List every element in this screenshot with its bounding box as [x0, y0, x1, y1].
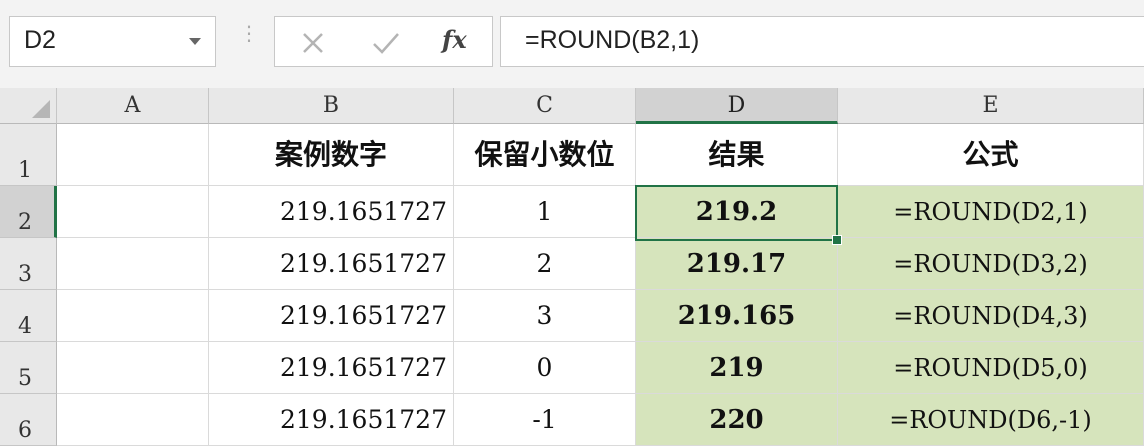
- cell-c1[interactable]: 保留小数位: [454, 124, 636, 186]
- name-box[interactable]: D2: [9, 16, 216, 67]
- cell-c3[interactable]: 2: [454, 238, 636, 290]
- chevron-down-icon[interactable]: [189, 38, 201, 45]
- cell-d3[interactable]: 219.17: [636, 238, 838, 290]
- cell-e4[interactable]: =ROUND(D4,3): [838, 290, 1144, 342]
- row-header-6[interactable]: 6: [0, 394, 57, 446]
- spreadsheet-grid: A B C D E 1 2 3 4 5 6 案例数字 保留小数位 结果 公式 2…: [0, 88, 1144, 446]
- formula-text[interactable]: =ROUND(B2,1): [525, 26, 699, 55]
- cell-b3[interactable]: 219.1651727: [209, 238, 454, 290]
- column-header-a[interactable]: A: [57, 88, 209, 124]
- formula-bar: D2 ⋮ fx =ROUND(B2,1): [0, 0, 1144, 88]
- enter-check-icon[interactable]: [370, 29, 402, 57]
- cell-a4[interactable]: [57, 290, 209, 342]
- column-header-d[interactable]: D: [636, 88, 838, 124]
- row-header-label: 4: [18, 314, 32, 339]
- column-header-c[interactable]: C: [454, 88, 636, 124]
- cell-e1[interactable]: 公式: [838, 124, 1144, 186]
- cell-c5[interactable]: 0: [454, 342, 636, 394]
- cancel-icon[interactable]: [299, 29, 327, 57]
- formula-bar-buttons: fx: [274, 16, 493, 67]
- cell-d6[interactable]: 220: [636, 394, 838, 446]
- row-header-1[interactable]: 1: [0, 124, 57, 186]
- row-header-4[interactable]: 4: [0, 290, 57, 342]
- fill-handle[interactable]: [832, 235, 842, 245]
- cell-d2[interactable]: 219.2: [636, 186, 838, 238]
- row-header-label: 3: [18, 262, 32, 287]
- cell-c4[interactable]: 3: [454, 290, 636, 342]
- column-header-b[interactable]: B: [209, 88, 454, 124]
- cell-a3[interactable]: [57, 238, 209, 290]
- cell-e6[interactable]: =ROUND(D6,-1): [838, 394, 1144, 446]
- row-header-2[interactable]: 2: [0, 186, 57, 238]
- cell-c2[interactable]: 1: [454, 186, 636, 238]
- row-header-5[interactable]: 5: [0, 342, 57, 394]
- cell-d4[interactable]: 219.165: [636, 290, 838, 342]
- cell-a1[interactable]: [57, 124, 209, 186]
- row-header-label: 2: [18, 210, 32, 235]
- cell-c6[interactable]: -1: [454, 394, 636, 446]
- formula-bar-grip: ⋮: [239, 21, 259, 45]
- cell-b6[interactable]: 219.1651727: [209, 394, 454, 446]
- insert-function-button[interactable]: fx: [442, 25, 467, 54]
- cell-e2[interactable]: =ROUND(D2,1): [838, 186, 1144, 238]
- select-all-button[interactable]: [0, 88, 57, 124]
- cell-e3[interactable]: =ROUND(D3,2): [838, 238, 1144, 290]
- name-box-value[interactable]: D2: [24, 26, 56, 55]
- cell-e5[interactable]: =ROUND(D5,0): [838, 342, 1144, 394]
- cell-d1[interactable]: 结果: [636, 124, 838, 186]
- select-all-icon: [32, 100, 50, 118]
- row-header-3[interactable]: 3: [0, 238, 57, 290]
- row-header-label: 6: [18, 418, 32, 443]
- cell-b2[interactable]: 219.1651727: [209, 186, 454, 238]
- cell-b5[interactable]: 219.1651727: [209, 342, 454, 394]
- column-header-e[interactable]: E: [838, 88, 1144, 124]
- cell-a5[interactable]: [57, 342, 209, 394]
- cell-a2[interactable]: [57, 186, 209, 238]
- cell-a6[interactable]: [57, 394, 209, 446]
- cell-d5[interactable]: 219: [636, 342, 838, 394]
- formula-input[interactable]: =ROUND(B2,1): [500, 16, 1144, 67]
- row-header-label: 5: [18, 366, 32, 391]
- cell-b1[interactable]: 案例数字: [209, 124, 454, 186]
- cell-b4[interactable]: 219.1651727: [209, 290, 454, 342]
- row-header-label: 1: [18, 158, 32, 183]
